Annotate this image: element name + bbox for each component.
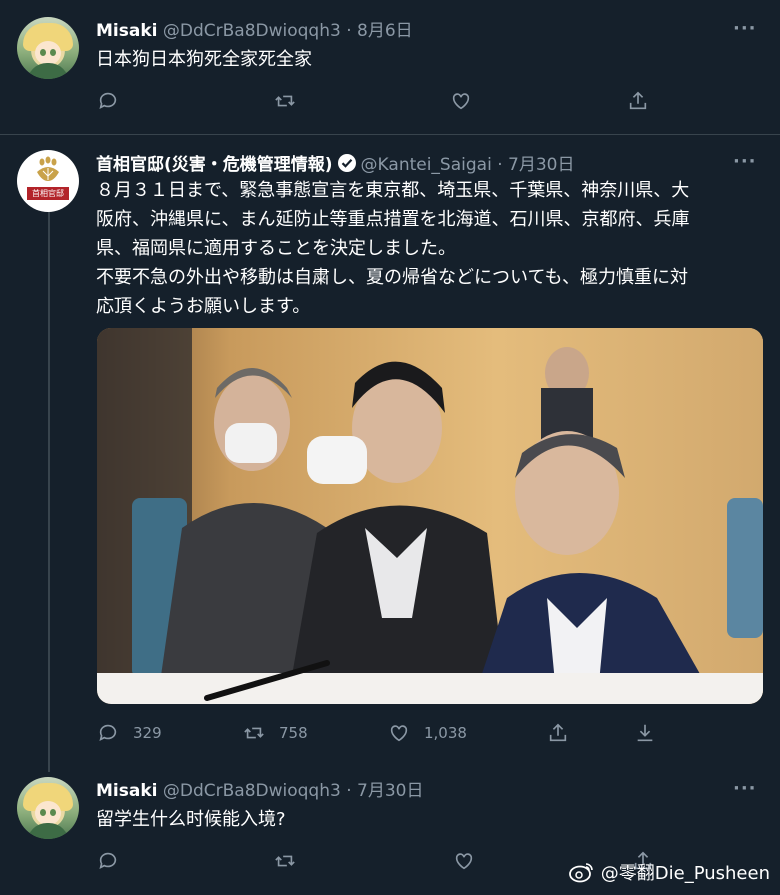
watermark-text: @零翻Die_Pusheen xyxy=(600,863,770,884)
reply-button[interactable]: 329 xyxy=(97,722,162,744)
like-count: 1,038 xyxy=(424,724,467,742)
weibo-logo-icon xyxy=(568,863,593,883)
more-options-button[interactable]: ··· xyxy=(733,778,757,799)
share-icon xyxy=(629,91,647,110)
tweet-text: 留学生什么时候能入境? xyxy=(96,809,286,830)
more-options-button[interactable]: ··· xyxy=(733,18,757,39)
photo-illustration xyxy=(97,328,763,704)
separator: · xyxy=(497,155,503,175)
reply-icon xyxy=(99,724,117,741)
heart-icon xyxy=(452,93,470,110)
download-icon xyxy=(637,724,653,742)
share-button[interactable] xyxy=(547,722,569,744)
avatar-banner: 首相官邸 xyxy=(27,187,69,200)
heart-icon xyxy=(390,725,408,742)
tweet-date[interactable]: 7月30日 xyxy=(357,781,423,801)
watermark: @零翻Die_Pusheen xyxy=(568,859,770,885)
tweet-text-line: ８月３１日まで、緊急事態宣言を東京都、埼玉県、千葉県、神奈川県、大 xyxy=(96,180,690,201)
like-button[interactable] xyxy=(450,90,472,112)
tweet-text: 日本狗日本狗死全家死全家 xyxy=(96,49,312,70)
avatar[interactable] xyxy=(17,17,79,79)
reply-button[interactable] xyxy=(97,850,119,872)
like-button[interactable] xyxy=(453,850,475,872)
retweet-button[interactable] xyxy=(274,90,296,112)
reply-icon xyxy=(99,852,117,869)
reply-icon xyxy=(99,92,117,109)
retweet-icon xyxy=(275,95,295,107)
author-name[interactable]: Misaki xyxy=(96,21,157,41)
share-icon xyxy=(549,723,567,742)
avatar[interactable] xyxy=(17,777,79,839)
reply-button[interactable] xyxy=(97,90,119,112)
tweet-date[interactable]: 8月6日 xyxy=(357,21,413,41)
tweet-date[interactable]: 7月30日 xyxy=(508,155,574,175)
retweet-icon xyxy=(275,855,295,867)
retweet-button[interactable] xyxy=(274,850,296,872)
tweet-1[interactable]: Misaki @DdCrBa8Dwioqqh3 · 8月6日 ··· 日本狗日本… xyxy=(0,0,780,134)
verified-badge-icon xyxy=(337,154,356,172)
tweet-text: ８月３１日まで、緊急事態宣言を東京都、埼玉県、千葉県、神奈川県、大 阪府、沖縄県… xyxy=(96,176,766,321)
more-options-button[interactable]: ··· xyxy=(733,151,757,172)
heart-icon xyxy=(455,853,473,870)
tweet-text-line: 不要不急の外出や移動は自粛し、夏の帰省などについても、極力慎重に対 xyxy=(96,267,689,288)
tweet-text-line: 応頂くようお願いします。 xyxy=(96,296,311,317)
share-button[interactable] xyxy=(627,90,649,112)
like-button[interactable]: 1,038 xyxy=(388,722,467,744)
paulownia-emblem-icon xyxy=(37,156,59,181)
download-button[interactable] xyxy=(634,722,656,744)
author-handle[interactable]: @DdCrBa8Dwioqqh3 xyxy=(163,781,341,801)
author-handle[interactable]: @Kantei_Saigai xyxy=(361,155,492,175)
tweet-text-line: 県、福岡県に適用することを決定しました。 xyxy=(96,238,456,259)
author-name[interactable]: Misaki xyxy=(96,781,157,801)
tweet-text-line: 阪府、沖縄県に、まん延防止等重点措置を北海道、石川県、京都府、兵庫 xyxy=(96,209,690,230)
retweet-icon xyxy=(244,727,264,739)
separator: · xyxy=(346,781,352,801)
tweet-photo[interactable] xyxy=(97,328,763,704)
retweet-button[interactable]: 758 xyxy=(243,722,308,744)
retweet-count: 758 xyxy=(279,724,308,742)
reply-count: 329 xyxy=(133,724,162,742)
separator: · xyxy=(346,21,352,41)
avatar[interactable]: 首相官邸 xyxy=(17,150,79,212)
author-handle[interactable]: @DdCrBa8Dwioqqh3 xyxy=(163,21,341,41)
author-name[interactable]: 首相官邸(災害・危機管理情報) xyxy=(96,155,333,175)
